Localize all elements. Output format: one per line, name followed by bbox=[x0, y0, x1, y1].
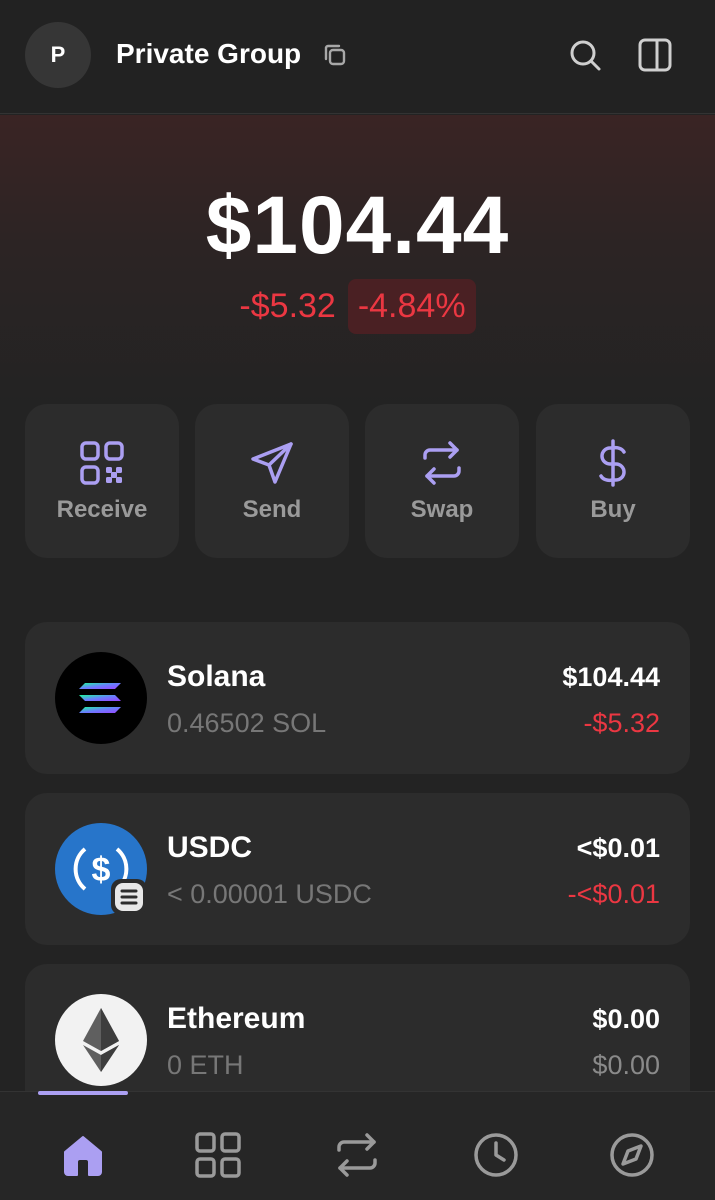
token-change: -$5.32 bbox=[583, 708, 660, 738]
token-name: USDC bbox=[167, 831, 253, 864]
swap-icon[interactable] bbox=[330, 1128, 384, 1182]
token-name: Ethereum bbox=[167, 1002, 306, 1035]
dollar-icon bbox=[599, 439, 626, 487]
swap-button[interactable]: Swap bbox=[365, 404, 519, 558]
ethereum-logo bbox=[55, 994, 147, 1086]
usdc-logo: $ bbox=[55, 823, 147, 915]
svg-text:$: $ bbox=[92, 851, 111, 889]
token-value: <$0.01 bbox=[576, 833, 660, 863]
swap-label: Swap bbox=[410, 496, 474, 523]
swap-icon bbox=[423, 441, 461, 485]
balance-change: -$5.32 -4.84% bbox=[0, 279, 715, 334]
token-row-solana[interactable]: Solana 0.46502 SOL $104.44 -$5.32 bbox=[25, 622, 690, 774]
explore-compass-icon[interactable] bbox=[605, 1128, 659, 1182]
token-change: -<$0.01 bbox=[567, 879, 660, 909]
receive-label: Receive bbox=[56, 496, 148, 523]
buy-label: Buy bbox=[590, 496, 636, 523]
balance-change-percent: -4.84% bbox=[347, 279, 476, 334]
account-name[interactable]: Private Group bbox=[116, 38, 301, 70]
search-icon[interactable] bbox=[566, 36, 604, 74]
send-label: Send bbox=[242, 496, 302, 523]
token-row-usdc[interactable]: $ USDC < 0.00001 USDC <$0.01 -<$0.01 bbox=[25, 793, 690, 945]
token-amount: 0.46502 SOL bbox=[167, 708, 327, 738]
token-name: Solana bbox=[167, 660, 266, 693]
token-amount: < 0.00001 USDC bbox=[167, 879, 372, 909]
token-change: $0.00 bbox=[592, 1050, 660, 1080]
sidebar-toggle-icon[interactable] bbox=[636, 36, 674, 74]
home-icon[interactable] bbox=[56, 1128, 110, 1182]
account-avatar[interactable]: P bbox=[25, 22, 91, 88]
action-buttons: Receive Send Swap Buy bbox=[25, 404, 690, 558]
token-value: $0.00 bbox=[592, 1004, 660, 1034]
solana-logo bbox=[55, 652, 147, 744]
nav-active-indicator bbox=[38, 1091, 128, 1095]
receive-button[interactable]: Receive bbox=[25, 404, 179, 558]
activity-clock-icon[interactable] bbox=[469, 1128, 523, 1182]
collectibles-grid-icon[interactable] bbox=[191, 1128, 245, 1182]
token-amount: 0 ETH bbox=[167, 1050, 244, 1080]
send-button[interactable]: Send bbox=[195, 404, 349, 558]
buy-button[interactable]: Buy bbox=[536, 404, 690, 558]
header: P Private Group bbox=[0, 0, 715, 114]
wallet-app: P Private Group $104.44 -$5.32 -4.84% Re… bbox=[0, 0, 715, 1200]
bottom-nav bbox=[0, 1091, 715, 1200]
balance-section: $104.44 -$5.32 -4.84% bbox=[0, 115, 715, 405]
qr-code-icon bbox=[80, 441, 124, 485]
balance-change-amount: -$5.32 bbox=[239, 287, 336, 325]
send-icon bbox=[251, 442, 293, 484]
total-balance: $104.44 bbox=[205, 180, 510, 271]
copy-icon[interactable] bbox=[320, 40, 350, 70]
token-value: $104.44 bbox=[562, 662, 660, 692]
